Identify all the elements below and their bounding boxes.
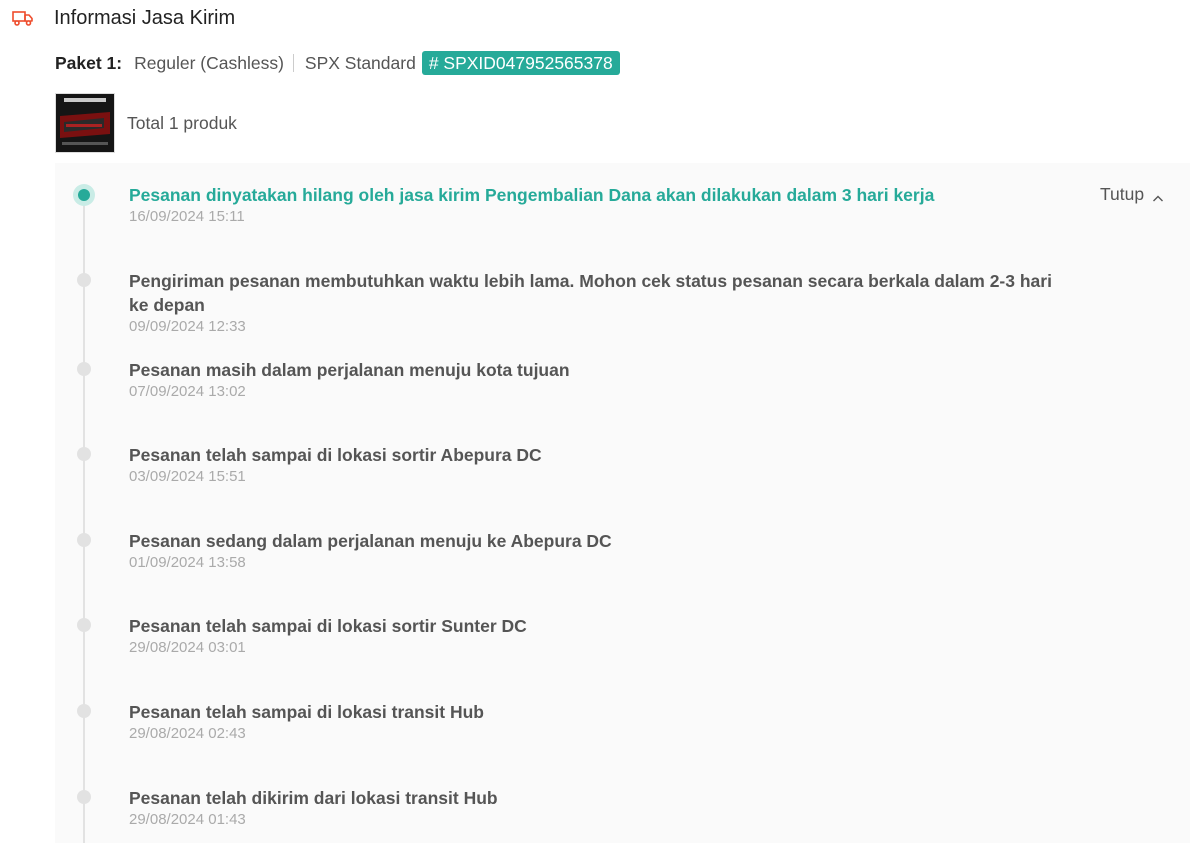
package-label: Paket 1:	[55, 52, 123, 73]
product-thumbnail[interactable]	[55, 93, 115, 153]
timeline-event: Pengiriman pesanan membutuhkan waktu leb…	[129, 269, 1074, 336]
timeline-dot-active	[73, 184, 95, 206]
event-timestamp: 07/09/2024 13:02	[129, 383, 246, 400]
event-timestamp: 29/08/2024 03:01	[129, 639, 246, 656]
timeline-event: Pesanan dinyatakan hilang oleh jasa kiri…	[129, 183, 1074, 226]
product-summary: Total 1 produk	[55, 93, 237, 153]
event-timestamp: 01/09/2024 13:58	[129, 554, 246, 571]
package-info-row: Paket 1: Reguler (Cashless) SPX Standard…	[55, 50, 620, 76]
timeline-dot	[77, 790, 91, 804]
shipping-service: Reguler (Cashless)	[134, 52, 284, 73]
event-timestamp: 09/09/2024 12:33	[129, 318, 246, 335]
timeline-dot	[77, 618, 91, 632]
timeline-dot	[77, 447, 91, 461]
timeline-line	[83, 200, 85, 843]
event-description: Pesanan telah sampai di lokasi sortir Su…	[129, 616, 527, 636]
event-description: Pengiriman pesanan membutuhkan waktu leb…	[129, 271, 1052, 315]
collapse-button[interactable]: Tutup	[1100, 184, 1164, 205]
event-timestamp: 03/09/2024 15:51	[129, 468, 246, 485]
timeline-event: Pesanan telah sampai di lokasi transit H…	[129, 700, 1074, 743]
timeline-event: Pesanan masih dalam perjalanan menuju ko…	[129, 358, 1074, 401]
timeline-event: Pesanan sedang dalam perjalanan menuju k…	[129, 529, 1074, 572]
event-description: Pesanan telah dikirim dari lokasi transi…	[129, 788, 498, 808]
timeline-event: Pesanan telah dikirim dari lokasi transi…	[129, 786, 1074, 829]
divider	[292, 54, 294, 72]
event-timestamp: 29/08/2024 01:43	[129, 811, 246, 828]
event-description: Pesanan masih dalam perjalanan menuju ko…	[129, 360, 570, 380]
shipping-info-page: Informasi Jasa Kirim Paket 1: Reguler (C…	[0, 0, 1200, 843]
chevron-up-icon	[1152, 189, 1164, 201]
product-total: Total 1 produk	[127, 112, 237, 133]
tracking-number-badge[interactable]: # SPXID047952565378	[421, 51, 620, 75]
event-description: Pesanan telah sampai di lokasi transit H…	[129, 702, 484, 722]
event-description: Pesanan telah sampai di lokasi sortir Ab…	[129, 445, 542, 465]
event-timestamp: 29/08/2024 02:43	[129, 725, 246, 742]
event-description: Pesanan dinyatakan hilang oleh jasa kiri…	[129, 185, 935, 205]
timeline-dot	[77, 533, 91, 547]
page-title: Informasi Jasa Kirim	[54, 6, 236, 29]
timeline-event: Pesanan telah sampai di lokasi sortir Ab…	[129, 443, 1074, 486]
timeline-dot	[77, 362, 91, 376]
shipping-info-header: Informasi Jasa Kirim	[12, 4, 235, 32]
timeline-dot	[77, 704, 91, 718]
timeline-dot	[77, 273, 91, 287]
event-timestamp: 16/09/2024 15:11	[129, 208, 245, 225]
event-description: Pesanan sedang dalam perjalanan menuju k…	[129, 531, 612, 551]
timeline-event: Pesanan telah sampai di lokasi sortir Su…	[129, 614, 1074, 657]
truck-icon	[12, 10, 34, 26]
courier-name: SPX Standard	[304, 52, 416, 73]
collapse-label: Tutup	[1100, 184, 1145, 204]
